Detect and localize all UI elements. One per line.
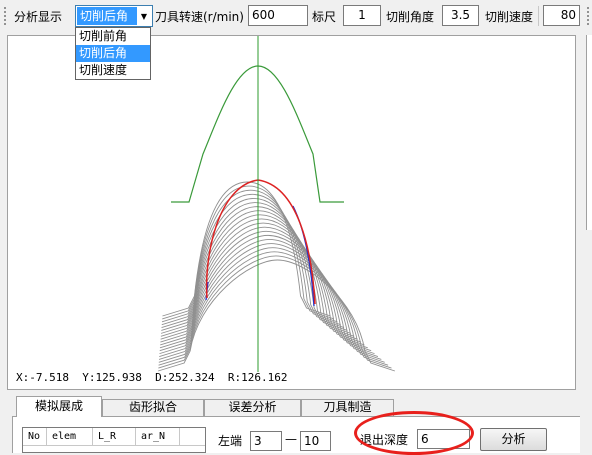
column-header-elem[interactable]: elem <box>47 428 93 446</box>
column-header-ar-n[interactable]: ar_N <box>136 428 180 446</box>
scale-input[interactable]: 1 <box>343 5 381 26</box>
generating-curve <box>160 206 351 334</box>
toolbar-grip[interactable] <box>3 6 7 26</box>
generating-curve <box>160 214 358 340</box>
left-end-label: 左端 <box>218 434 243 448</box>
column-header-no[interactable]: No <box>23 428 47 446</box>
column-header-blank <box>180 428 205 446</box>
cut-speed-label: 切削速度 <box>485 10 534 24</box>
dropdown-option[interactable]: 切削速度 <box>76 62 150 79</box>
toolbar-separator <box>538 6 539 26</box>
tab-tooth-fitting[interactable]: 齿形拟合 <box>102 399 204 416</box>
cut-angle-input[interactable]: 3.5 <box>442 5 479 26</box>
generating-curve <box>161 197 345 329</box>
dropdown-option[interactable]: 切削前角 <box>76 28 150 45</box>
spindle-speed-input[interactable]: 600 <box>248 5 308 26</box>
cut-angle-label: 切削角度 <box>386 10 435 24</box>
tab-simulate-generation[interactable]: 模拟展成 <box>16 396 102 417</box>
chevron-down-icon[interactable]: ▼ <box>137 7 151 25</box>
annotation-ellipse <box>354 411 474 455</box>
left-end-from-input[interactable]: 3 <box>250 431 282 451</box>
analyze-button[interactable]: 分析 <box>480 428 547 451</box>
side-panel-list[interactable] <box>586 35 592 230</box>
gear-profile-plot <box>158 36 396 372</box>
tab-tool-manufacturing[interactable]: 刀具制造 <box>301 399 394 416</box>
analysis-display-label: 分析显示 <box>14 10 63 24</box>
analysis-type-selected-value: 切削后角 <box>77 7 137 25</box>
tab-error-analysis[interactable]: 误差分析 <box>204 399 301 416</box>
scale-label: 标尺 <box>312 10 337 24</box>
cut-speed-input[interactable]: 80 <box>543 5 580 26</box>
segment-table[interactable]: No elem L_R ar_N <box>22 427 206 453</box>
coordinates-readout: X:-7.518 Y:125.938 D:252.324 R:126.162 <box>16 371 288 384</box>
generating-curve <box>161 189 338 323</box>
spindle-speed-label: 刀具转速(r/min) <box>155 10 244 24</box>
column-header-l-r[interactable]: L_R <box>93 428 136 446</box>
plot-canvas[interactable] <box>7 35 576 390</box>
left-end-to-input[interactable]: 10 <box>300 431 331 451</box>
analysis-type-select[interactable]: 切削后角 ▼ <box>75 5 153 27</box>
range-dash: — <box>285 432 297 446</box>
generating-curves <box>158 181 396 372</box>
toolbar-grip-right[interactable] <box>586 6 590 26</box>
dropdown-option-selected[interactable]: 切削后角 <box>76 45 150 62</box>
analysis-type-dropdown: 切削前角 切削后角 切削速度 <box>75 27 151 80</box>
